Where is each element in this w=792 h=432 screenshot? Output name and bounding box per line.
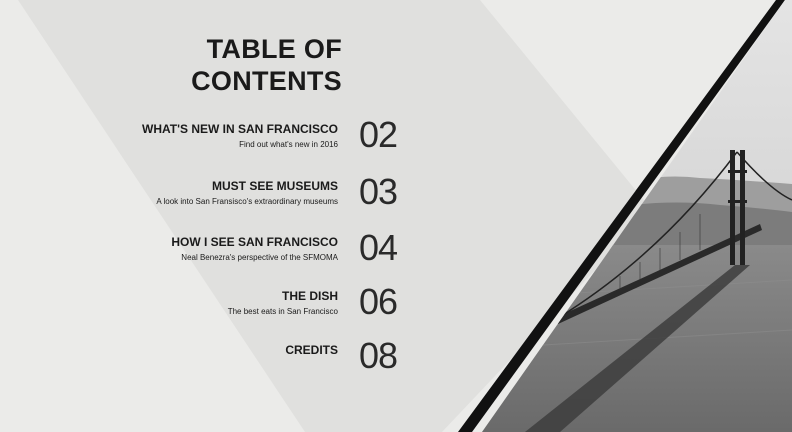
page-title: TABLE OF CONTENTS [150, 33, 342, 97]
page-number: 04 [359, 227, 398, 268]
page-number: 03 [359, 171, 398, 212]
page-number: 06 [359, 281, 398, 322]
entry-text: HOW I SEE SAN FRANCISCO Neal Benezra's p… [171, 234, 338, 264]
toc-entry-whats-new[interactable]: WHAT'S NEW IN SAN FRANCISCO Find out wha… [100, 115, 410, 163]
entry-description: Neal Benezra's perspective of the SFMOMA [181, 253, 338, 262]
entry-description: Find out what's new in 2016 [239, 140, 338, 149]
toc-entry-how-i-see[interactable]: HOW I SEE SAN FRANCISCO Neal Benezra's p… [100, 228, 410, 276]
toc-page: TABLE OF CONTENTS WHAT'S NEW IN SAN FRAN… [0, 0, 792, 432]
entry-title: WHAT'S NEW IN SAN FRANCISCO [142, 122, 338, 136]
entry-title: CREDITS [285, 343, 338, 357]
entry-title: THE DISH [281, 289, 338, 303]
page-number: 08 [359, 335, 398, 376]
page-number: 02 [359, 114, 398, 155]
title-line-1: TABLE OF [206, 34, 342, 64]
entry-text: WHAT'S NEW IN SAN FRANCISCO Find out wha… [142, 121, 338, 151]
entry-text: THE DISH The best eats in San Francisco [228, 288, 338, 318]
entry-text: MUST SEE MUSEUMS A look into San Fransis… [156, 178, 338, 208]
title-line-2: CONTENTS [191, 66, 342, 96]
toc-entry-credits[interactable]: CREDITS 08 [100, 336, 410, 384]
entry-text: CREDITS [285, 342, 338, 360]
entry-title: HOW I SEE SAN FRANCISCO [171, 235, 338, 249]
entry-title: MUST SEE MUSEUMS [211, 179, 338, 193]
toc-entry-museums[interactable]: MUST SEE MUSEUMS A look into San Fransis… [100, 172, 410, 220]
toc-entry-the-dish[interactable]: THE DISH The best eats in San Francisco … [100, 282, 410, 330]
entry-description: The best eats in San Francisco [227, 307, 338, 316]
entry-description: A look into San Fransisco's extraordinar… [156, 197, 338, 206]
